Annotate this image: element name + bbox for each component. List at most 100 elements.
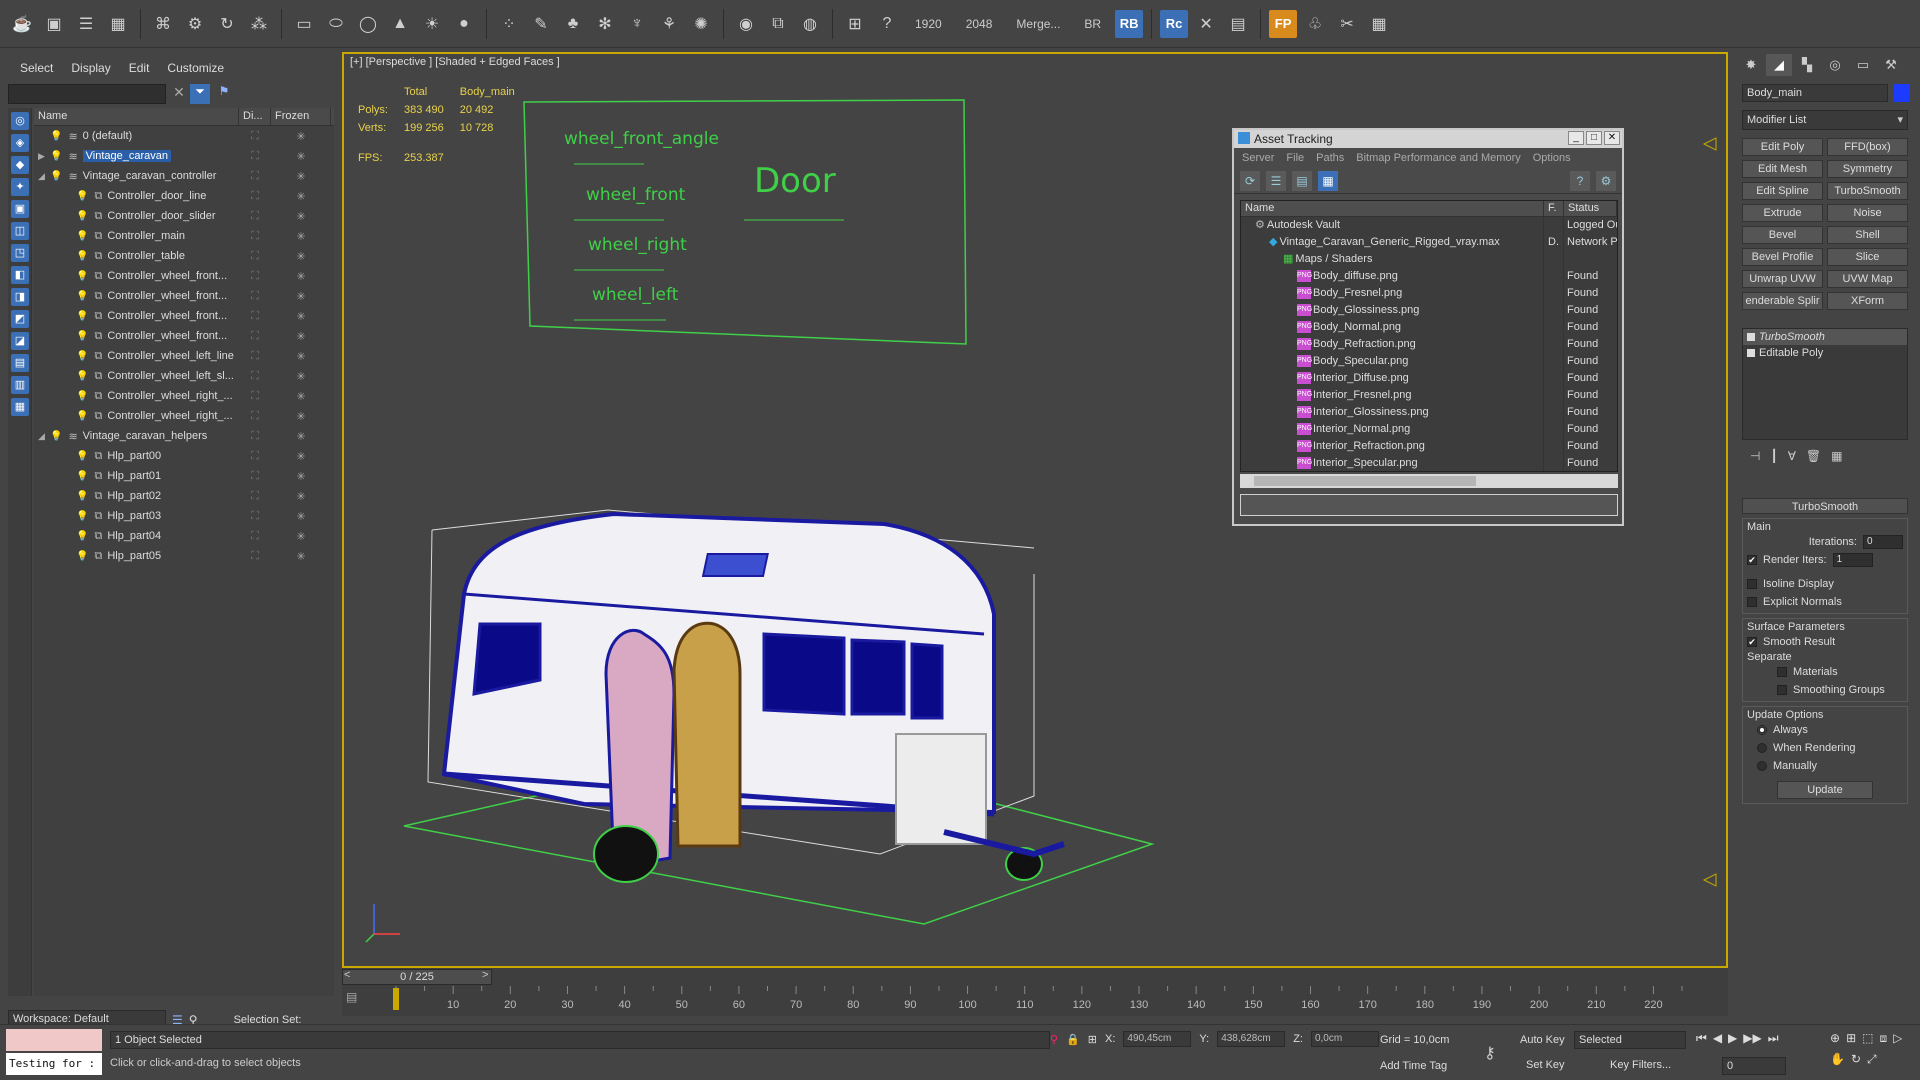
- modifier-button[interactable]: Shell: [1827, 226, 1908, 244]
- zoom-all-icon[interactable]: ⊞: [1846, 1031, 1856, 1046]
- freeze-toggle-icon[interactable]: ✳: [271, 410, 331, 423]
- group-icon[interactable]: ⌘: [149, 10, 177, 38]
- asset-row[interactable]: ⚙ Autodesk Vault Logged Ou: [1241, 217, 1617, 234]
- rc-button[interactable]: Rc: [1160, 9, 1189, 38]
- tree-icon[interactable]: ♣: [559, 10, 587, 38]
- freeze-toggle-icon[interactable]: ✳: [271, 370, 331, 383]
- display-bones-icon[interactable]: ◩: [11, 310, 29, 328]
- modifier-button[interactable]: Symmetry: [1827, 160, 1908, 178]
- freeze-toggle-icon[interactable]: ✳: [271, 230, 331, 243]
- table-icon[interactable]: ▦: [104, 10, 132, 38]
- configure-sets-icon[interactable]: ▦: [1831, 449, 1842, 463]
- res-width[interactable]: 1920: [905, 17, 952, 31]
- forest-icon[interactable]: ♧: [1301, 10, 1329, 38]
- set-key-button[interactable]: Set Key: [1526, 1059, 1565, 1071]
- display-toggle-icon[interactable]: ⛶: [239, 310, 271, 323]
- show-end-result-icon[interactable]: ┃: [1770, 449, 1777, 463]
- freeze-toggle-icon[interactable]: ✳: [271, 550, 331, 563]
- update-button[interactable]: Update: [1777, 781, 1873, 799]
- visibility-bulb-icon[interactable]: 💡: [50, 131, 62, 142]
- display-toggle-icon[interactable]: ⛶: [239, 550, 271, 563]
- asset-tracking-titlebar[interactable]: Asset Tracking _ □ ✕: [1234, 130, 1622, 148]
- display-geometry-icon[interactable]: ◈: [11, 134, 29, 152]
- visibility-bulb-icon[interactable]: 💡: [76, 531, 88, 542]
- asset-col-status[interactable]: Status: [1564, 201, 1617, 216]
- snowflake-icon[interactable]: ✻: [591, 10, 619, 38]
- display-toggle-icon[interactable]: ⛶: [239, 350, 271, 363]
- table-view-icon[interactable]: ▦: [1318, 170, 1338, 191]
- visibility-bulb-icon[interactable]: 💡: [76, 371, 88, 382]
- visibility-bulb-icon[interactable]: 💡: [50, 171, 62, 182]
- y-coordinate-field[interactable]: 438,628cm: [1217, 1031, 1286, 1047]
- refresh-icon[interactable]: ⟳: [1240, 170, 1260, 191]
- asset-row[interactable]: PNGInterior_Refraction.png Found: [1241, 438, 1617, 455]
- cloth-icon[interactable]: ⚙: [181, 10, 209, 38]
- render-iters-spinner[interactable]: 1: [1832, 553, 1873, 567]
- layer-manager-icon[interactable]: ☰: [72, 10, 100, 38]
- modifier-button[interactable]: Noise: [1827, 204, 1908, 222]
- display-toggle-icon[interactable]: ⛶: [239, 150, 271, 163]
- freeze-toggle-icon[interactable]: ✳: [271, 490, 331, 503]
- pliers-icon[interactable]: ✂: [1333, 10, 1361, 38]
- help-icon[interactable]: ?: [1570, 170, 1590, 191]
- asset-row[interactable]: PNGBody_Normal.png Found: [1241, 319, 1617, 336]
- render-iters-checkbox[interactable]: ✔: [1747, 555, 1757, 565]
- hair-icon[interactable]: ⚘: [655, 10, 683, 38]
- make-unique-icon[interactable]: ∀: [1788, 449, 1796, 463]
- pin-stack-icon[interactable]: ⊣: [1750, 449, 1760, 463]
- display-frozen-icon[interactable]: ▤: [11, 354, 29, 372]
- always-radio[interactable]: [1757, 725, 1767, 735]
- col-name[interactable]: Name: [34, 108, 239, 125]
- asset-row[interactable]: PNGInterior_Specular.png Found: [1241, 455, 1617, 471]
- menu-customize[interactable]: Customize: [167, 61, 224, 75]
- minimize-icon[interactable]: _: [1568, 131, 1584, 145]
- expand-toggle-icon[interactable]: ◢: [38, 171, 50, 182]
- display-all-icon[interactable]: ▦: [11, 398, 29, 416]
- modifier-button[interactable]: enderable Splir: [1742, 292, 1823, 310]
- auto-key-button[interactable]: Auto Key: [1520, 1034, 1565, 1046]
- asset-menu-server[interactable]: Server: [1242, 152, 1274, 164]
- ellipse-icon[interactable]: ⬭: [322, 10, 350, 38]
- menu-select[interactable]: Select: [20, 61, 53, 75]
- display-toggle-icon[interactable]: ⛶: [239, 190, 271, 203]
- asset-menu-bitmap[interactable]: Bitmap Performance and Memory: [1356, 152, 1520, 164]
- explicit-normals-checkbox[interactable]: [1747, 597, 1757, 607]
- display-toggle-icon[interactable]: ⛶: [239, 450, 271, 463]
- display-helpers-icon[interactable]: ◫: [11, 222, 29, 240]
- expand-icon[interactable]: [1747, 349, 1755, 357]
- time-slider-thumb[interactable]: 0 / 225: [342, 969, 492, 985]
- visibility-bulb-icon[interactable]: 💡: [76, 351, 88, 362]
- list-icon[interactable]: ▦: [1365, 10, 1393, 38]
- asset-row[interactable]: PNGBody_Glossiness.png Found: [1241, 302, 1617, 319]
- display-toggle-icon[interactable]: ⛶: [239, 330, 271, 343]
- key-icon[interactable]: ⚷: [1484, 1043, 1496, 1063]
- asset-row[interactable]: PNGInterior_Normal.png Found: [1241, 421, 1617, 438]
- tree-row[interactable]: 💡 ⧉ Controller_door_slider ⛶ ✳: [34, 206, 334, 226]
- dots-icon[interactable]: ⁂: [245, 10, 273, 38]
- visibility-bulb-icon[interactable]: 💡: [76, 251, 88, 262]
- cone-icon[interactable]: ▲: [386, 10, 414, 38]
- display-toggle-icon[interactable]: ⛶: [239, 530, 271, 543]
- sphere-icon[interactable]: ◯: [354, 10, 382, 38]
- iterations-spinner[interactable]: 0: [1863, 535, 1903, 549]
- visibility-bulb-icon[interactable]: 💡: [76, 311, 88, 322]
- freeze-toggle-icon[interactable]: ✳: [271, 310, 331, 323]
- render-frame-icon[interactable]: ▣: [40, 10, 68, 38]
- maxscript-listener-input[interactable]: Testing for :: [6, 1053, 102, 1075]
- visibility-bulb-icon[interactable]: 💡: [50, 151, 62, 162]
- freeze-toggle-icon[interactable]: ✳: [271, 190, 331, 203]
- next-frame-icon[interactable]: >: [482, 969, 488, 981]
- teapot-icon[interactable]: ☕: [8, 10, 36, 38]
- lock-icon[interactable]: 🔒: [1066, 1033, 1080, 1046]
- tree-row[interactable]: 💡 ⧉ Hlp_part04 ⛶ ✳: [34, 526, 334, 546]
- filter-icon[interactable]: ⏷: [190, 84, 210, 104]
- stack-item-editable-poly[interactable]: Editable Poly: [1743, 345, 1907, 361]
- time-slider[interactable]: 0 / 225 < >: [342, 968, 1728, 986]
- asset-row[interactable]: PNGInterior_Diffuse.png Found: [1241, 370, 1617, 387]
- field-of-view-icon[interactable]: ▷: [1893, 1031, 1902, 1046]
- visibility-bulb-icon[interactable]: 💡: [76, 491, 88, 502]
- display-toggle-icon[interactable]: ⛶: [239, 130, 271, 143]
- globe-icon[interactable]: ●: [450, 10, 478, 38]
- display-containers-icon[interactable]: ◪: [11, 332, 29, 350]
- z-coordinate-field[interactable]: 0,0cm: [1310, 1031, 1379, 1047]
